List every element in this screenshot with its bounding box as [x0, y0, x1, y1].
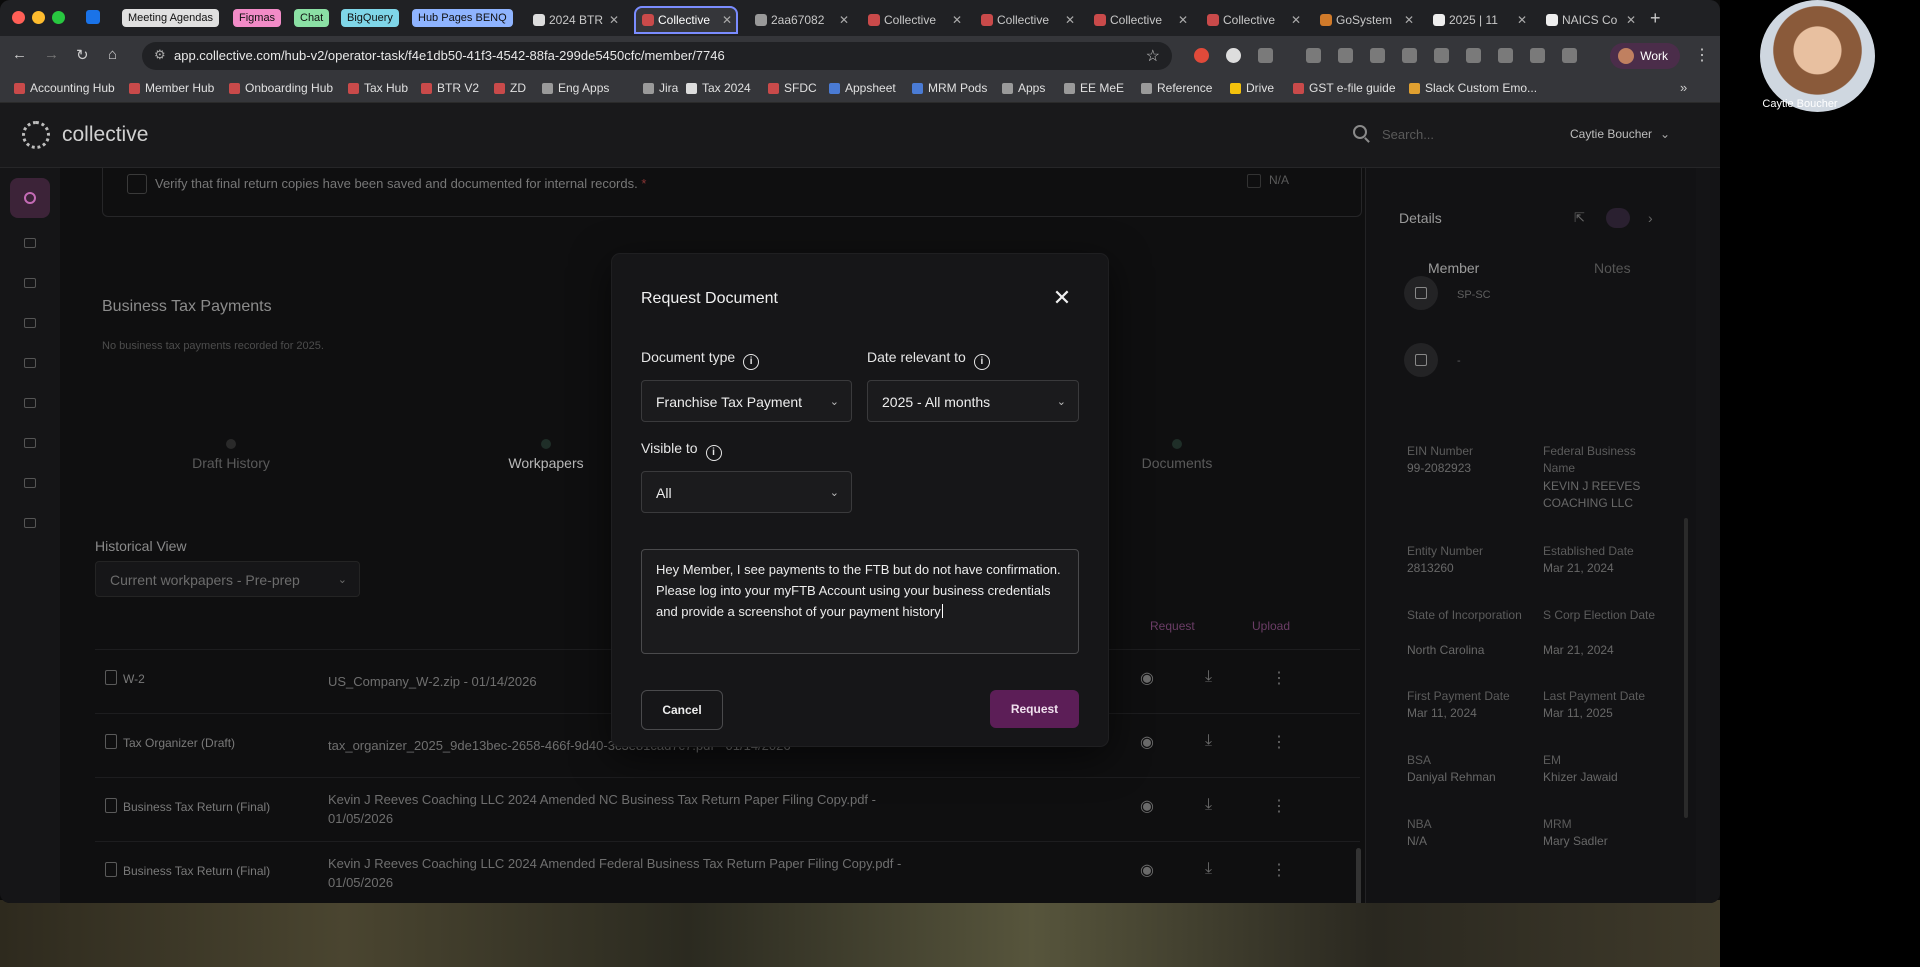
browser-window: Meeting Agendas Figmas Chat BigQuery Hub… — [0, 0, 1720, 903]
visible-to-label: Visible to i — [641, 440, 722, 461]
chevron-down-icon: ⌄ — [829, 396, 839, 408]
chevron-down-icon: ⌄ — [829, 487, 839, 499]
desktop-wallpaper — [0, 900, 1720, 967]
request-button[interactable]: Request — [990, 690, 1079, 728]
cancel-button[interactable]: Cancel — [641, 690, 723, 730]
date-relevant-select[interactable]: 2025 - All months ⌄ — [867, 380, 1079, 422]
desktop-right-area — [1720, 0, 1920, 967]
document-type-label: Document type i — [641, 349, 760, 370]
text-caret — [941, 604, 943, 618]
modal-title: Request Document — [641, 290, 778, 307]
webcam-feed — [1760, 0, 1875, 112]
close-icon[interactable]: ✕ — [1048, 284, 1076, 312]
info-icon[interactable]: i — [743, 354, 760, 370]
modal-overlay: Request Document ✕ Document type i Date r… — [0, 0, 1720, 903]
info-icon[interactable]: i — [705, 445, 722, 461]
message-textarea[interactable]: Hey Member, I see payments to the FTB bu… — [641, 549, 1079, 654]
webcam-name: Caytie Boucher — [1762, 98, 1838, 110]
chevron-down-icon: ⌄ — [1056, 396, 1066, 408]
request-document-modal: Request Document ✕ Document type i Date r… — [612, 254, 1108, 746]
visible-to-select[interactable]: All ⌄ — [641, 471, 852, 513]
info-icon[interactable]: i — [973, 354, 990, 370]
document-type-select[interactable]: Franchise Tax Payment ⌄ — [641, 380, 852, 422]
date-relevant-label: Date relevant to i — [867, 349, 990, 370]
